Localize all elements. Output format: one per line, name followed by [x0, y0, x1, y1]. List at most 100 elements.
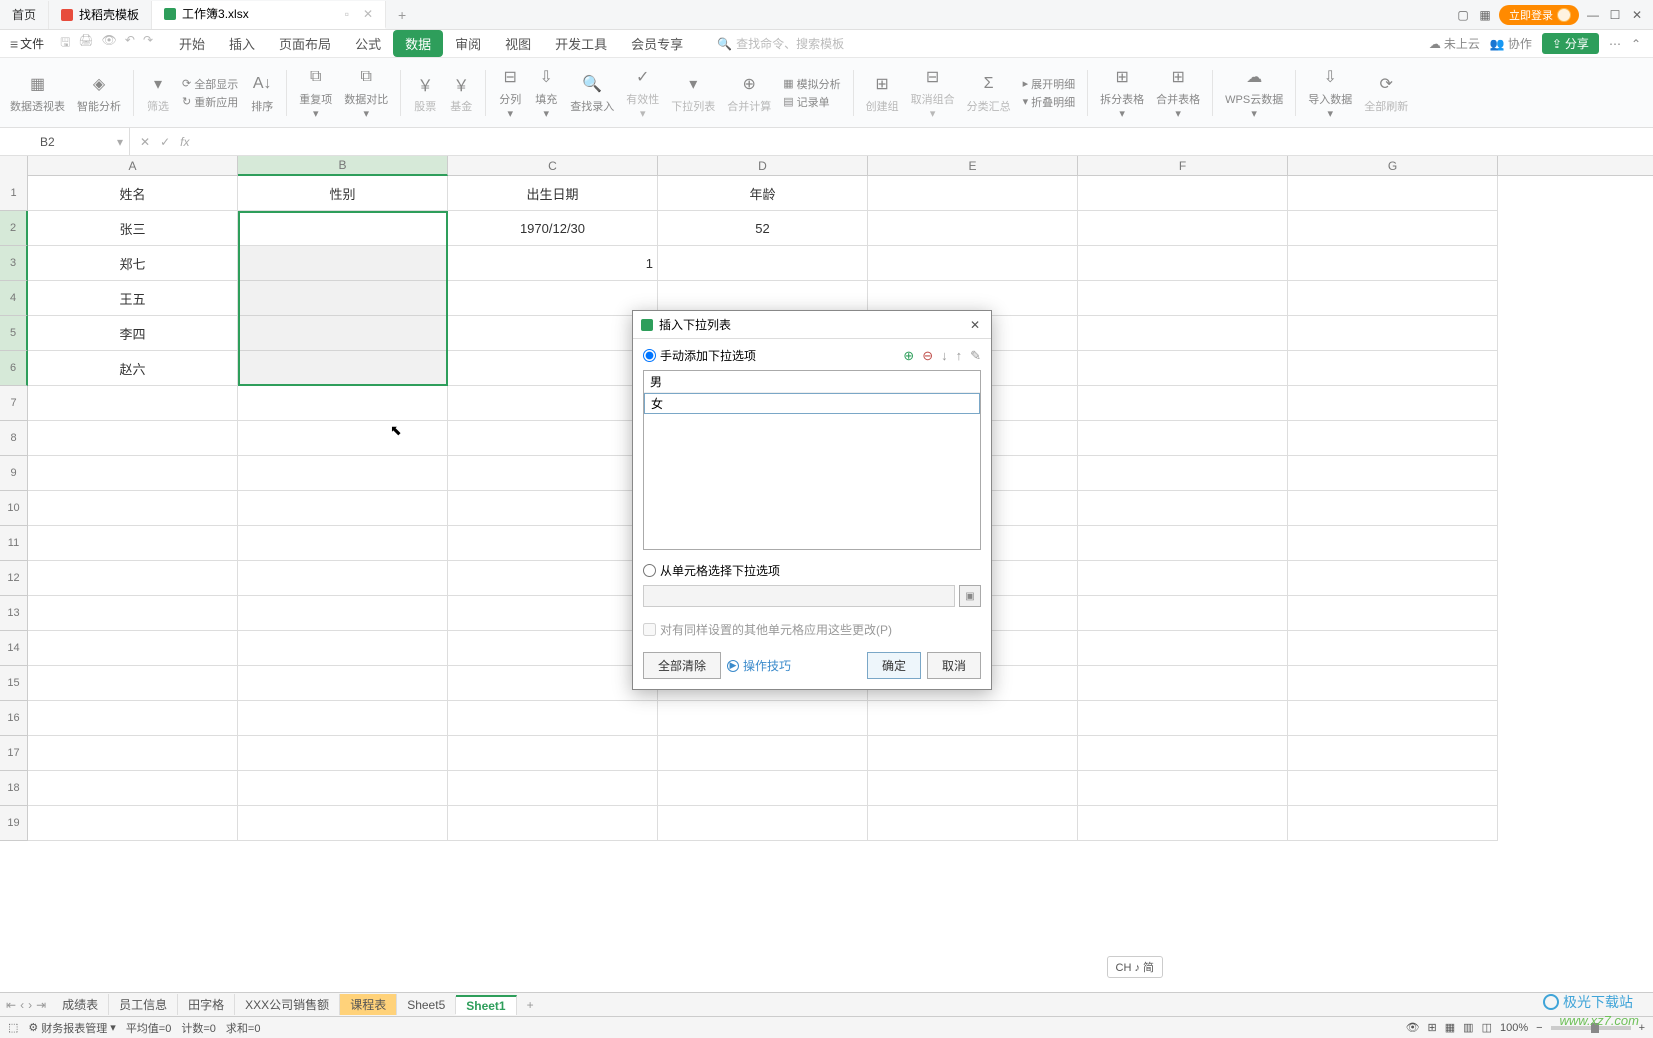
ribbon-fill[interactable]: ⇩填充▾ — [530, 63, 562, 122]
range-input[interactable] — [643, 585, 955, 607]
ribbon-filter[interactable]: ▾筛选 — [142, 70, 174, 116]
row-header-9[interactable]: 9 — [0, 456, 28, 491]
row-header-2[interactable]: 2 — [0, 211, 28, 246]
qat-preview-icon[interactable]: 👁 — [102, 33, 117, 54]
cell-D1[interactable]: 年龄 — [658, 176, 868, 211]
tab-more-icon[interactable]: ▫ — [345, 7, 349, 21]
list-add-icon[interactable]: ⊕ — [903, 348, 914, 364]
share-button[interactable]: ⇪分享 — [1542, 33, 1599, 54]
row-header-5[interactable]: 5 — [0, 316, 28, 351]
ribbon-group[interactable]: ⊞创建组 — [862, 70, 903, 116]
cell-A1[interactable]: 姓名 — [28, 176, 238, 211]
ribbon-collapse-icon[interactable]: ⌃ — [1631, 37, 1641, 51]
sheet-nav-next-icon[interactable]: › — [28, 998, 32, 1012]
ribbon-fund[interactable]: ￥基金 — [445, 70, 477, 116]
command-search[interactable]: 🔍 查找命令、搜索模板 — [717, 35, 844, 52]
cell-A5[interactable]: 李四 — [28, 316, 238, 351]
ribbon-lookup[interactable]: 🔍查找录入 — [566, 70, 618, 116]
ribbon-valid[interactable]: ✓有效性▾ — [622, 63, 663, 122]
file-menu[interactable]: ≡ 文件 — [4, 35, 50, 52]
list-item[interactable]: 男 — [644, 371, 980, 393]
menu-view[interactable]: 视图 — [493, 30, 543, 57]
ribbon-clouddata[interactable]: ☁WPS云数据▾ — [1221, 63, 1287, 122]
list-item-input[interactable] — [651, 396, 973, 410]
ribbon-stock[interactable]: ￥股票 — [409, 70, 441, 116]
ribbon-splittable[interactable]: ⊞拆分表格▾ — [1096, 63, 1148, 122]
qat-undo-icon[interactable]: ↶ — [125, 33, 135, 54]
cell-B1[interactable]: 性别 — [238, 176, 448, 211]
col-header-A[interactable]: A — [28, 156, 238, 176]
tips-link[interactable]: ▶ 操作技巧 — [727, 652, 791, 679]
row-header-4[interactable]: 4 — [0, 281, 28, 316]
zoom-in-icon[interactable]: + — [1639, 1022, 1645, 1034]
view-eye-icon[interactable]: 👁 — [1406, 1021, 1420, 1034]
ribbon-merge[interactable]: ⊕合并计算 — [723, 70, 775, 116]
tab-file-active[interactable]: 工作簿3.xlsx ▫ ✕ — [152, 1, 386, 29]
zoom-out-icon[interactable]: − — [1536, 1022, 1542, 1034]
menu-more-icon[interactable]: ⋯ — [1609, 37, 1621, 51]
ribbon-smart[interactable]: ◈智能分析 — [73, 70, 125, 116]
list-item-editing[interactable] — [644, 393, 980, 414]
row-header-10[interactable]: 10 — [0, 491, 28, 526]
row-header-12[interactable]: 12 — [0, 561, 28, 596]
status-mode-icon[interactable]: ⬚ — [8, 1021, 18, 1034]
ribbon-ungroup[interactable]: ⊟取消组合▾ — [907, 63, 959, 122]
sheet-nav-first-icon[interactable]: ⇤ — [6, 998, 16, 1012]
list-up-icon[interactable]: ↑ — [956, 348, 963, 364]
ribbon-dup[interactable]: ⧉重复项▾ — [295, 63, 336, 122]
name-box[interactable]: B2▾ — [0, 128, 130, 155]
sheet-tab[interactable]: 田字格 — [178, 994, 235, 1015]
layout-icon-1[interactable]: ▢ — [1455, 7, 1471, 23]
ribbon-pivot[interactable]: ▦数据透视表 — [6, 70, 69, 116]
tab-close-icon[interactable]: ✕ — [363, 7, 373, 21]
row-header-6[interactable]: 6 — [0, 351, 28, 386]
tab-add[interactable]: + — [386, 1, 418, 29]
row-header-16[interactable]: 16 — [0, 701, 28, 736]
sheet-tab[interactable]: 成绩表 — [52, 994, 109, 1015]
coop-button[interactable]: 👥协作 — [1490, 35, 1532, 52]
window-maximize-icon[interactable]: ☐ — [1607, 7, 1623, 23]
menu-review[interactable]: 审阅 — [443, 30, 493, 57]
tab-home[interactable]: 首页 — [0, 1, 49, 29]
menu-insert[interactable]: 插入 — [217, 30, 267, 57]
menu-data[interactable]: 数据 — [393, 30, 443, 57]
clear-all-button[interactable]: 全部清除 — [643, 652, 721, 679]
row-header-14[interactable]: 14 — [0, 631, 28, 666]
cell-E1[interactable] — [868, 176, 1078, 211]
cell-C3[interactable]: 1 — [448, 246, 658, 281]
sheet-tab[interactable]: 课程表 — [340, 994, 397, 1015]
ribbon-split[interactable]: ⊟分列▾ — [494, 63, 526, 122]
row-header-7[interactable]: 7 — [0, 386, 28, 421]
row-header-18[interactable]: 18 — [0, 771, 28, 806]
ribbon-subtotal[interactable]: Σ分类汇总 — [963, 70, 1015, 116]
ribbon-diff[interactable]: ⧉数据对比▾ — [340, 63, 392, 122]
cell-C1[interactable]: 出生日期 — [448, 176, 658, 211]
view-page-icon[interactable]: ▥ — [1463, 1021, 1473, 1034]
sheet-tab[interactable]: 员工信息 — [109, 994, 178, 1015]
cell-B2[interactable] — [238, 211, 448, 246]
col-header-E[interactable]: E — [868, 156, 1078, 176]
row-header-8[interactable]: 8 — [0, 421, 28, 456]
qat-save-icon[interactable]: 🖫 — [60, 33, 70, 54]
window-minimize-icon[interactable]: — — [1585, 7, 1601, 23]
list-remove-icon[interactable]: ⊖ — [922, 348, 933, 364]
fx-accept-icon[interactable]: ✓ — [160, 135, 170, 149]
ok-button[interactable]: 确定 — [867, 652, 921, 679]
col-header-C[interactable]: C — [448, 156, 658, 176]
layout-icon-2[interactable]: ▦ — [1477, 7, 1493, 23]
menu-formula[interactable]: 公式 — [343, 30, 393, 57]
radio-manual[interactable] — [643, 349, 656, 362]
menu-start[interactable]: 开始 — [167, 30, 217, 57]
menu-vip[interactable]: 会员专享 — [619, 30, 695, 57]
row-header-15[interactable]: 15 — [0, 666, 28, 701]
row-header-11[interactable]: 11 — [0, 526, 28, 561]
row-header-13[interactable]: 13 — [0, 596, 28, 631]
sheet-nav-prev-icon[interactable]: ‹ — [20, 998, 24, 1012]
tab-templates[interactable]: 找稻壳模板 — [49, 1, 152, 29]
col-header-D[interactable]: D — [658, 156, 868, 176]
row-header-1[interactable]: 1 — [0, 176, 28, 211]
range-picker-icon[interactable]: ▣ — [959, 585, 981, 607]
col-header-G[interactable]: G — [1288, 156, 1498, 176]
cell-A2[interactable]: 张三 — [28, 211, 238, 246]
view-grid-icon[interactable]: ⊞ — [1428, 1021, 1437, 1034]
